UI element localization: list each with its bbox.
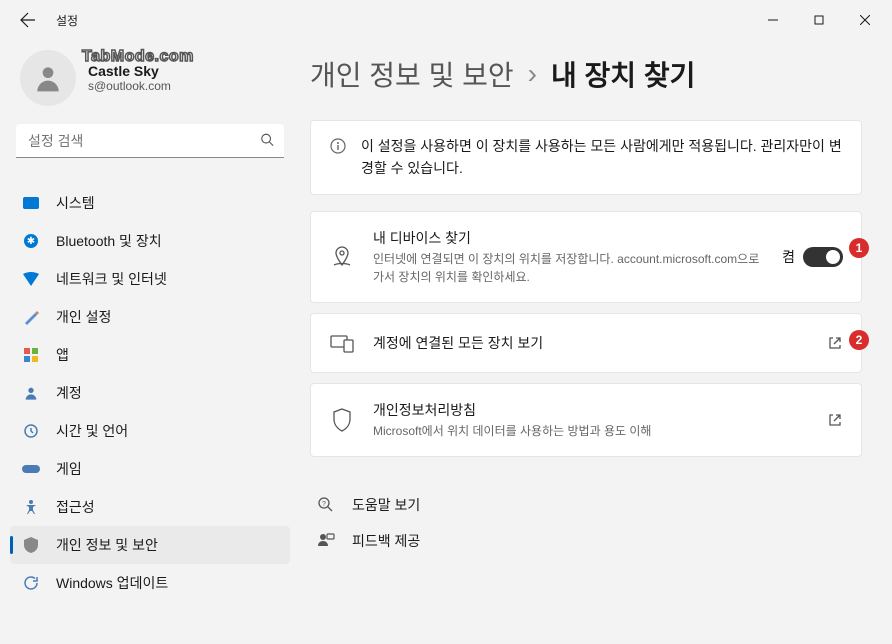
sidebar-item-label: 네트워크 및 인터넷 [56, 269, 167, 289]
avatar [20, 50, 76, 106]
sidebar-item-apps[interactable]: 앱 [10, 336, 290, 374]
privacy-icon [22, 536, 40, 554]
bluetooth-icon: ✱ [22, 232, 40, 250]
account-icon [22, 384, 40, 402]
help-icon: ? [316, 495, 336, 515]
external-link-icon [827, 335, 843, 351]
info-banner: 이 설정을 사용하면 이 장치를 사용하는 모든 사람에게만 적용됩니다. 관리… [310, 120, 862, 195]
breadcrumb: 개인 정보 및 보안 › 내 장치 찾기 [310, 54, 862, 94]
sidebar-item-label: 개인 설정 [56, 307, 111, 327]
sidebar-item-account[interactable]: 계정 [10, 374, 290, 412]
find-device-toggle[interactable] [803, 247, 843, 267]
network-icon [22, 270, 40, 288]
sidebar-item-label: Windows 업데이트 [56, 573, 168, 593]
sidebar-item-personalize[interactable]: 개인 설정 [10, 298, 290, 336]
page-title: 내 장치 찾기 [551, 54, 695, 94]
card-privacy-policy[interactable]: 개인정보처리방침 Microsoft에서 위치 데이터를 사용하는 방법과 용도… [310, 383, 862, 457]
search-box [16, 124, 284, 158]
card-title: 개인정보처리방침 [373, 400, 809, 420]
sidebar-item-label: 시스템 [56, 193, 95, 213]
watermark: TabMode.com [82, 48, 194, 66]
sidebar: TabMode.com Castle Sky s@outlook.com 시스템… [0, 40, 300, 644]
help-links: ? 도움말 보기 피드백 제공 [310, 487, 862, 559]
help-link[interactable]: ? 도움말 보기 [316, 487, 862, 523]
toggle-label: 켬 [782, 247, 795, 267]
location-icon [329, 244, 355, 270]
system-icon [22, 194, 40, 212]
sidebar-item-label: 개인 정보 및 보안 [56, 535, 158, 555]
sidebar-item-time[interactable]: 시간 및 언어 [10, 412, 290, 450]
card-description: 인터넷에 연결되면 이 장치의 위치를 저장합니다. account.micro… [373, 250, 764, 286]
main-content: 개인 정보 및 보안 › 내 장치 찾기 이 설정을 사용하면 이 장치를 사용… [300, 40, 892, 644]
sidebar-item-label: 접근성 [56, 497, 95, 517]
svg-text:?: ? [322, 501, 326, 508]
sidebar-item-label: 계정 [56, 383, 82, 403]
game-icon [22, 460, 40, 478]
info-text: 이 설정을 사용하면 이 장치를 사용하는 모든 사람에게만 적용됩니다. 관리… [361, 135, 843, 180]
time-icon [22, 422, 40, 440]
personalize-icon [22, 308, 40, 326]
sidebar-item-update[interactable]: Windows 업데이트 [10, 564, 290, 602]
user-block[interactable]: TabMode.com Castle Sky s@outlook.com [10, 40, 290, 124]
devices-icon [329, 330, 355, 356]
search-input[interactable] [16, 124, 284, 158]
breadcrumb-parent[interactable]: 개인 정보 및 보안 [310, 54, 514, 94]
help-link-label: 도움말 보기 [352, 495, 420, 515]
card-title: 계정에 연결된 모든 장치 보기 [373, 333, 809, 353]
sidebar-item-label: 앱 [56, 345, 69, 365]
card-title: 내 디바이스 찾기 [373, 228, 764, 248]
card-all-devices[interactable]: 계정에 연결된 모든 장치 보기 2 [310, 313, 862, 373]
accessibility-icon [22, 498, 40, 516]
close-button[interactable] [842, 4, 888, 36]
card-description: Microsoft에서 위치 데이터를 사용하는 방법과 용도 이해 [373, 422, 809, 440]
user-email: s@outlook.com [88, 79, 171, 93]
sidebar-item-label: Bluetooth 및 장치 [56, 231, 162, 251]
update-icon [22, 574, 40, 592]
titlebar: 설정 [0, 0, 892, 40]
apps-icon [22, 346, 40, 364]
maximize-button[interactable] [796, 4, 842, 36]
info-icon [329, 137, 347, 155]
sidebar-item-label: 시간 및 언어 [56, 421, 128, 441]
app-title: 설정 [56, 12, 78, 29]
search-icon [260, 133, 274, 150]
card-find-device[interactable]: 내 디바이스 찾기 인터넷에 연결되면 이 장치의 위치를 저장합니다. acc… [310, 211, 862, 303]
chevron-right-icon: › [528, 58, 537, 90]
sidebar-item-system[interactable]: 시스템 [10, 184, 290, 222]
sidebar-item-network[interactable]: 네트워크 및 인터넷 [10, 260, 290, 298]
feedback-link-label: 피드백 제공 [352, 531, 420, 551]
annotation-badge-1: 1 [849, 238, 869, 258]
feedback-icon [316, 531, 336, 551]
feedback-link[interactable]: 피드백 제공 [316, 523, 862, 559]
sidebar-item-accessibility[interactable]: 접근성 [10, 488, 290, 526]
shield-icon [329, 407, 355, 433]
sidebar-item-game[interactable]: 게임 [10, 450, 290, 488]
sidebar-item-label: 게임 [56, 459, 82, 479]
sidebar-item-bluetooth[interactable]: ✱ Bluetooth 및 장치 [10, 222, 290, 260]
sidebar-item-privacy[interactable]: 개인 정보 및 보안 [10, 526, 290, 564]
minimize-button[interactable] [750, 4, 796, 36]
nav-list: 시스템 ✱ Bluetooth 및 장치 네트워크 및 인터넷 개인 설정 앱 … [10, 184, 290, 634]
external-link-icon [827, 412, 843, 428]
annotation-badge-2: 2 [849, 330, 869, 350]
back-button[interactable] [18, 10, 38, 30]
